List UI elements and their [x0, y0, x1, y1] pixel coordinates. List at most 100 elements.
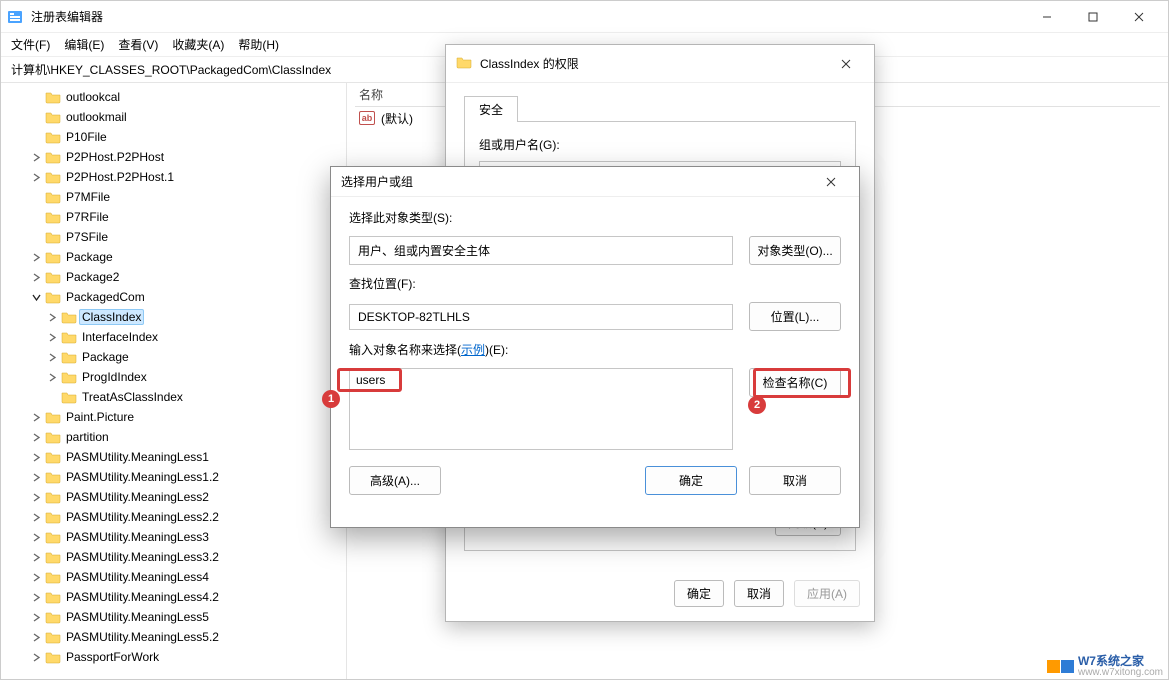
chevron-right-icon[interactable] — [29, 433, 43, 442]
tree-item[interactable]: PASMUtility.MeaningLess5.2 — [1, 627, 346, 647]
tree-item[interactable]: ProgIdIndex — [1, 367, 346, 387]
chevron-right-icon[interactable] — [29, 573, 43, 582]
tree-item-label: PASMUtility.MeaningLess2 — [63, 490, 212, 504]
examples-link[interactable]: 示例 — [461, 343, 485, 357]
tree-item[interactable]: P10File — [1, 127, 346, 147]
tree-item[interactable]: PackagedCom — [1, 287, 346, 307]
tree-item[interactable]: Package — [1, 347, 346, 367]
tree-item[interactable]: P7MFile — [1, 187, 346, 207]
chevron-right-icon[interactable] — [29, 493, 43, 502]
menu-favorites[interactable]: 收藏夹(A) — [172, 36, 224, 53]
select-dialog-close-button[interactable] — [813, 169, 849, 195]
tree-item[interactable]: P7SFile — [1, 227, 346, 247]
tree-item[interactable]: Package2 — [1, 267, 346, 287]
tree-item-label: P7SFile — [63, 230, 111, 244]
tree-item[interactable]: Paint.Picture — [1, 407, 346, 427]
perm-cancel-button[interactable]: 取消 — [734, 580, 784, 607]
tree-item[interactable]: PASMUtility.MeaningLess2 — [1, 487, 346, 507]
chevron-right-icon[interactable] — [45, 373, 59, 382]
tab-security[interactable]: 安全 — [464, 96, 518, 122]
chevron-down-icon[interactable] — [29, 293, 43, 302]
chevron-right-icon[interactable] — [29, 453, 43, 462]
chevron-right-icon[interactable] — [29, 473, 43, 482]
chevron-right-icon[interactable] — [29, 593, 43, 602]
tree-item[interactable]: PASMUtility.MeaningLess3.2 — [1, 547, 346, 567]
chevron-right-icon[interactable] — [45, 353, 59, 362]
tree-item[interactable]: PASMUtility.MeaningLess4 — [1, 567, 346, 587]
menu-file[interactable]: 文件(F) — [11, 36, 50, 53]
sel-ok-button[interactable]: 确定 — [645, 466, 737, 495]
tree-item[interactable]: Package — [1, 247, 346, 267]
folder-icon — [61, 329, 77, 345]
tree-item[interactable]: PASMUtility.MeaningLess4.2 — [1, 587, 346, 607]
tree-item[interactable]: PASMUtility.MeaningLess1 — [1, 447, 346, 467]
tree-item[interactable]: PASMUtility.MeaningLess5 — [1, 607, 346, 627]
object-names-input[interactable]: users — [349, 368, 733, 450]
tree-item-label: outlookmail — [63, 110, 130, 124]
chevron-right-icon[interactable] — [29, 533, 43, 542]
chevron-right-icon[interactable] — [29, 613, 43, 622]
tree-item[interactable]: P2PHost.P2PHost — [1, 147, 346, 167]
tree-item[interactable]: PASMUtility.MeaningLess1.2 — [1, 467, 346, 487]
tree-item[interactable]: P2PHost.P2PHost.1 — [1, 167, 346, 187]
sel-advanced-button[interactable]: 高级(A)... — [349, 466, 441, 495]
permissions-title: ClassIndex 的权限 — [480, 55, 579, 72]
w7-logo-icon — [1047, 660, 1074, 673]
locations-button[interactable]: 位置(L)... — [749, 302, 841, 331]
permissions-close-button[interactable] — [828, 49, 864, 79]
tree-pane[interactable]: outlookcaloutlookmailP10FileP2PHost.P2PH… — [1, 83, 347, 679]
object-type-value: 用户、组或内置安全主体 — [349, 236, 733, 265]
chevron-right-icon[interactable] — [29, 273, 43, 282]
folder-icon — [45, 509, 61, 525]
tree-item-label: PASMUtility.MeaningLess2.2 — [63, 510, 222, 524]
tree-item[interactable]: InterfaceIndex — [1, 327, 346, 347]
tree-item-label: PASMUtility.MeaningLess5 — [63, 610, 212, 624]
folder-icon — [45, 609, 61, 625]
tree-item[interactable]: outlookcal — [1, 87, 346, 107]
tree-item[interactable]: partition — [1, 427, 346, 447]
chevron-right-icon[interactable] — [29, 153, 43, 162]
tree-item[interactable]: PASMUtility.MeaningLess2.2 — [1, 507, 346, 527]
menu-help[interactable]: 帮助(H) — [238, 36, 279, 53]
tree-item-label: Package — [79, 350, 132, 364]
perm-apply-button[interactable]: 应用(A) — [794, 580, 860, 607]
value-name: (默认) — [381, 110, 413, 127]
folder-icon — [45, 549, 61, 565]
chevron-right-icon[interactable] — [29, 653, 43, 662]
chevron-right-icon[interactable] — [29, 553, 43, 562]
tree-item-label: PASMUtility.MeaningLess3.2 — [63, 550, 222, 564]
tree-item-label: PackagedCom — [63, 290, 148, 304]
chevron-right-icon[interactable] — [29, 173, 43, 182]
chevron-right-icon[interactable] — [29, 633, 43, 642]
minimize-button[interactable] — [1024, 1, 1070, 33]
folder-icon — [45, 649, 61, 665]
folder-icon — [45, 209, 61, 225]
folder-icon — [45, 569, 61, 585]
chevron-right-icon[interactable] — [29, 413, 43, 422]
menu-view[interactable]: 查看(V) — [118, 36, 158, 53]
folder-icon — [45, 189, 61, 205]
tree-item-label: PASMUtility.MeaningLess5.2 — [63, 630, 222, 644]
folder-icon — [45, 629, 61, 645]
tree-item[interactable]: ClassIndex — [1, 307, 346, 327]
maximize-button[interactable] — [1070, 1, 1116, 33]
menu-edit[interactable]: 编辑(E) — [64, 36, 104, 53]
check-names-button[interactable]: 检查名称(C) — [749, 368, 841, 397]
chevron-right-icon[interactable] — [29, 253, 43, 262]
folder-icon — [45, 269, 61, 285]
tree-item[interactable]: PassportForWork — [1, 647, 346, 667]
chevron-right-icon[interactable] — [45, 333, 59, 342]
close-button[interactable] — [1116, 1, 1162, 33]
object-types-button[interactable]: 对象类型(O)... — [749, 236, 841, 265]
perm-ok-button[interactable]: 确定 — [674, 580, 724, 607]
tree-item[interactable]: PASMUtility.MeaningLess3 — [1, 527, 346, 547]
group-users-label: 组或用户名(G): — [479, 136, 841, 153]
tree-item[interactable]: TreatAsClassIndex — [1, 387, 346, 407]
folder-icon — [45, 409, 61, 425]
chevron-right-icon[interactable] — [45, 313, 59, 322]
tree-item[interactable]: P7RFile — [1, 207, 346, 227]
folder-icon — [45, 429, 61, 445]
tree-item[interactable]: outlookmail — [1, 107, 346, 127]
chevron-right-icon[interactable] — [29, 513, 43, 522]
sel-cancel-button[interactable]: 取消 — [749, 466, 841, 495]
